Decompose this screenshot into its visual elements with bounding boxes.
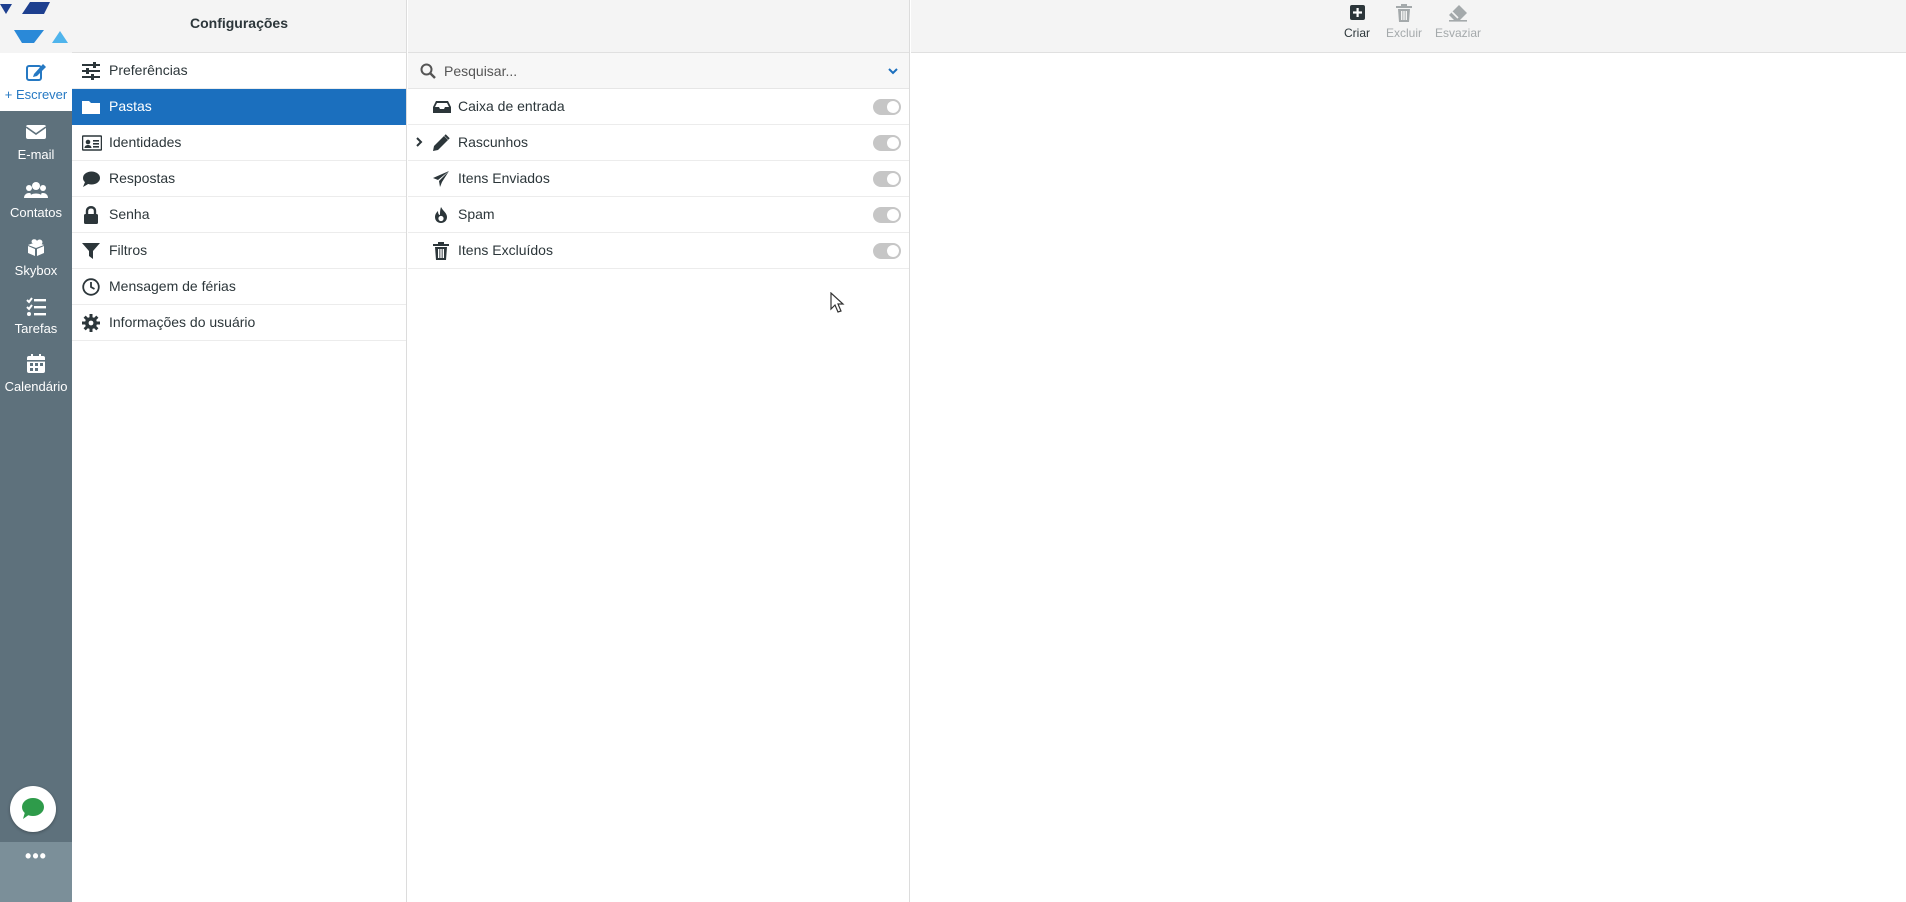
- settings-item-label: Informações do usuário: [109, 314, 256, 330]
- id-card-icon: [82, 135, 102, 151]
- sliders-icon: [82, 62, 100, 80]
- folder-item-spam[interactable]: Spam: [408, 197, 909, 233]
- nav-skybox-label: Skybox: [14, 263, 58, 278]
- settings-title: Configurações: [72, 0, 406, 53]
- create-folder-button[interactable]: Criar: [1331, 4, 1383, 40]
- plus-square-icon: [1350, 5, 1365, 20]
- folder-toolbar: Criar Excluir Esvaziar: [911, 0, 1906, 53]
- settings-item-label: Pastas: [109, 98, 152, 114]
- clock-icon: [82, 278, 100, 296]
- settings-item-filters[interactable]: Filtros: [72, 233, 406, 269]
- folder-label: Spam: [458, 206, 495, 222]
- settings-item-preferences[interactable]: Preferências: [72, 53, 406, 89]
- gear-icon: [82, 314, 100, 332]
- compose-icon: [26, 64, 46, 81]
- fire-icon: [435, 207, 447, 223]
- empty-folder-button[interactable]: Esvaziar: [1432, 4, 1484, 40]
- folder-label: Rascunhos: [458, 134, 529, 150]
- folders-header: [408, 0, 909, 53]
- settings-item-label: Identidades: [109, 134, 182, 150]
- calendar-icon: [27, 354, 45, 373]
- folder-item-drafts[interactable]: Rascunhos: [408, 125, 909, 161]
- eraser-icon: [1449, 5, 1467, 22]
- filter-icon: [82, 243, 100, 259]
- chevron-down-icon[interactable]: [887, 65, 899, 77]
- subscribe-toggle[interactable]: [873, 243, 901, 259]
- compose-label: + Escrever: [4, 87, 68, 102]
- delete-folder-button[interactable]: Excluir: [1378, 4, 1430, 40]
- logo-icon: [0, 2, 68, 43]
- trash-icon: [433, 242, 449, 260]
- subscribe-toggle[interactable]: [873, 171, 901, 187]
- settings-item-label: Senha: [109, 206, 150, 222]
- folder-item-trash[interactable]: Itens Excluídos: [408, 233, 909, 269]
- settings-panel: Configurações Preferências Pastas Identi…: [72, 0, 407, 902]
- paper-plane-icon: [433, 171, 449, 187]
- settings-item-user-info[interactable]: Informações do usuário: [72, 305, 406, 341]
- settings-item-responses[interactable]: Respostas: [72, 161, 406, 197]
- trash-icon: [1396, 4, 1412, 22]
- folder-label: Itens Excluídos: [458, 242, 553, 258]
- folder-label: Caixa de entrada: [458, 98, 565, 114]
- nav-contacts-label: Contatos: [9, 205, 63, 220]
- folder-detail-panel: Criar Excluir Esvaziar: [911, 0, 1906, 902]
- cloud-box-icon: [28, 239, 44, 256]
- settings-item-label: Respostas: [109, 170, 176, 186]
- settings-item-identities[interactable]: Identidades: [72, 125, 406, 161]
- nav-calendar[interactable]: Calendário: [0, 345, 72, 403]
- search-icon: [420, 63, 436, 79]
- delete-label: Excluir: [1385, 26, 1422, 40]
- folder-item-sent[interactable]: Itens Enviados: [408, 161, 909, 197]
- folder-label: Itens Enviados: [458, 170, 550, 186]
- compose-button[interactable]: + Escrever: [0, 53, 72, 111]
- app-logo[interactable]: [0, 0, 72, 53]
- settings-item-password[interactable]: Senha: [72, 197, 406, 233]
- mouse-pointer-icon: [830, 292, 845, 313]
- settings-item-label: Preferências: [109, 62, 188, 78]
- folder-search-input[interactable]: [444, 60, 864, 82]
- folder-icon: [82, 101, 100, 114]
- nav-tasks-label: Tarefas: [14, 321, 58, 336]
- nav-email[interactable]: E-mail: [0, 113, 72, 171]
- folders-panel: Caixa de entrada Rascunhos Itens Enviado…: [408, 0, 910, 902]
- nav-contacts[interactable]: Contatos: [0, 171, 72, 229]
- nav-tasks[interactable]: Tarefas: [0, 287, 72, 345]
- more-menu-button[interactable]: •••: [0, 846, 72, 867]
- empty-label: Esvaziar: [1434, 26, 1481, 40]
- users-icon: [24, 182, 48, 198]
- pencil-icon: [433, 134, 450, 151]
- subscribe-toggle[interactable]: [873, 135, 901, 151]
- settings-item-label: Mensagem de férias: [109, 278, 236, 294]
- folder-item-inbox[interactable]: Caixa de entrada: [408, 89, 909, 125]
- create-label: Criar: [1344, 26, 1370, 40]
- chevron-right-icon[interactable]: [414, 137, 424, 147]
- app-nav-rail: + Escrever E-mail Contatos Skybox Tarefa…: [0, 0, 72, 902]
- chat-icon: [22, 798, 44, 819]
- settings-item-label: Filtros: [109, 242, 148, 258]
- subscribe-toggle[interactable]: [873, 207, 901, 223]
- tasks-icon: [26, 297, 46, 316]
- folder-search-bar: [408, 53, 909, 89]
- nav-email-label: E-mail: [17, 147, 55, 162]
- subscribe-toggle[interactable]: [873, 99, 901, 115]
- comment-icon: [83, 171, 100, 187]
- lock-icon: [84, 206, 98, 224]
- inbox-icon: [433, 101, 451, 113]
- settings-item-vacation[interactable]: Mensagem de férias: [72, 269, 406, 305]
- settings-item-folders[interactable]: Pastas: [72, 89, 406, 125]
- envelope-icon: [25, 125, 47, 139]
- nav-calendar-label: Calendário: [4, 379, 68, 394]
- nav-skybox[interactable]: Skybox: [0, 229, 72, 287]
- chat-button[interactable]: [10, 786, 56, 832]
